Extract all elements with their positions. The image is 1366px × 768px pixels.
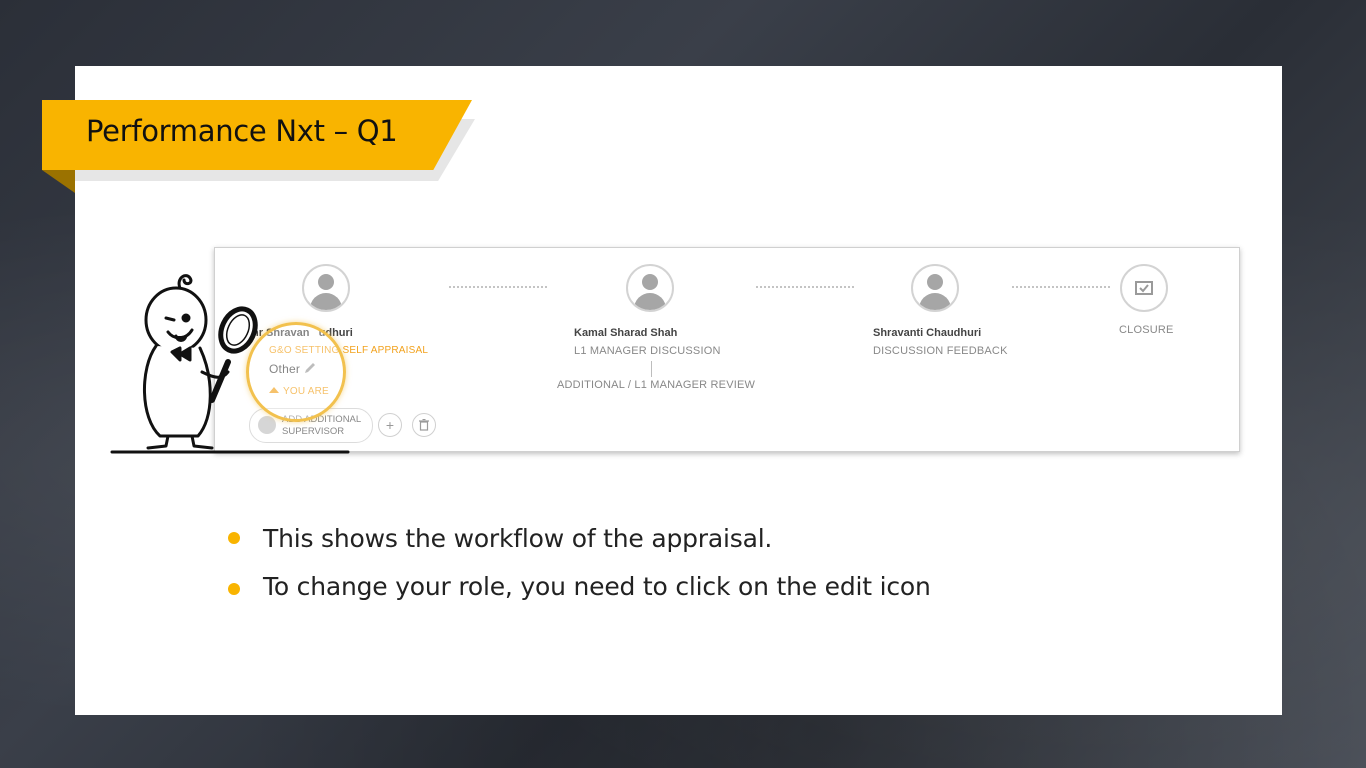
step-3-stage: DISCUSSION FEEDBACK xyxy=(873,345,1008,357)
step-2-sub-stage: ADDITIONAL / L1 MANAGER REVIEW xyxy=(557,379,756,391)
user-avatar-icon xyxy=(911,264,959,312)
closure-circle xyxy=(1120,264,1168,312)
connector-2 xyxy=(756,286,854,288)
step-4-stage: CLOSURE xyxy=(1119,324,1174,336)
trash-icon[interactable] xyxy=(412,413,436,437)
step-3-name: Shravanti Chaudhuri xyxy=(873,327,982,339)
add-icon[interactable]: + xyxy=(378,413,402,437)
connector-1 xyxy=(449,286,547,288)
user-avatar-icon xyxy=(626,264,674,312)
checkbox-icon xyxy=(1135,281,1153,295)
cartoon-character-illustration xyxy=(110,274,350,454)
slide-title: Performance Nxt – Q1 xyxy=(86,114,398,148)
bullet-dot xyxy=(228,583,240,595)
step-2-name: Kamal Sharad Shah xyxy=(574,327,678,339)
bullet-dot xyxy=(228,532,240,544)
bullet-text-2: To change your role, you need to click o… xyxy=(263,572,931,601)
step-2-branch-line xyxy=(651,361,652,377)
step-2-stage: L1 MANAGER DISCUSSION xyxy=(574,345,721,357)
bullet-text-1: This shows the workflow of the appraisal… xyxy=(263,524,773,553)
connector-3 xyxy=(1012,286,1110,288)
